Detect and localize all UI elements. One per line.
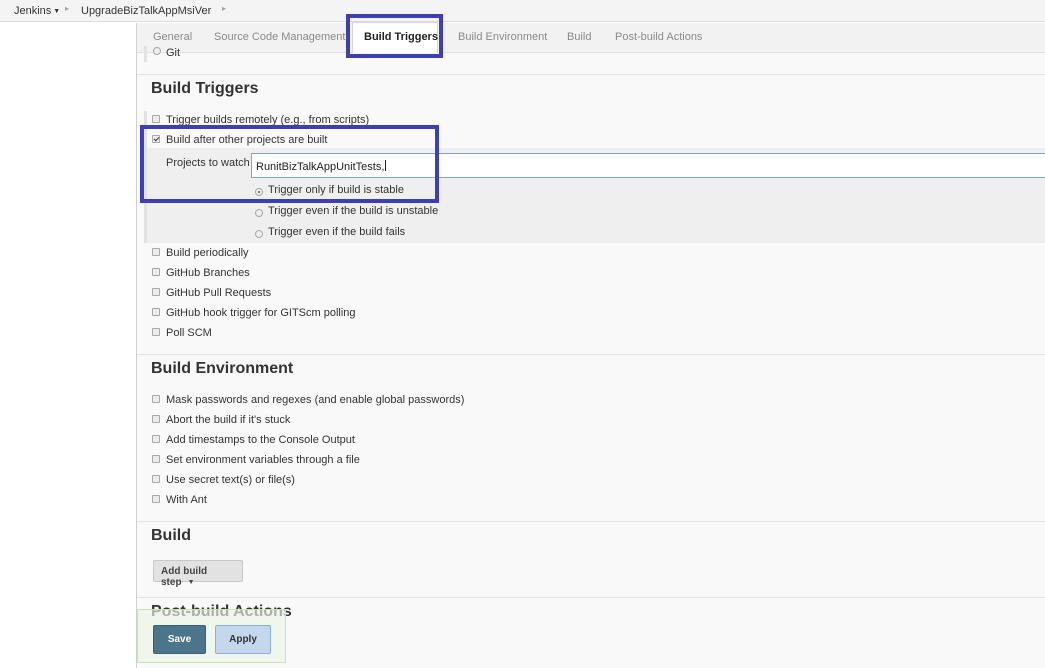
section-title-build-environment: Build Environment <box>151 360 294 377</box>
add-build-step-button[interactable]: Add build step ▼ <box>153 560 243 588</box>
breadcrumb-jenkins-label: Jenkins <box>14 5 52 17</box>
radio-trigger-unstable[interactable] <box>255 209 263 217</box>
trigger-highlight-box <box>140 125 439 203</box>
section-title-build-triggers: Build Triggers <box>151 80 259 97</box>
tab-build[interactable]: Build <box>567 31 591 43</box>
poll-scm-label: Poll SCM <box>166 327 212 339</box>
abort-stuck-label: Abort the build if it's stuck <box>166 414 291 426</box>
secret-text-checkbox[interactable] <box>152 475 160 483</box>
section-divider <box>137 354 1045 355</box>
tab-source-code-management[interactable]: Source Code Management <box>214 31 345 43</box>
side-panel <box>0 23 136 668</box>
section-title-build: Build <box>151 527 191 544</box>
scm-left-bar <box>144 46 147 62</box>
save-button[interactable]: Save <box>153 625 206 654</box>
breadcrumb-jenkins[interactable]: Jenkins ▼ <box>14 5 60 17</box>
github-pull-requests-checkbox[interactable] <box>152 288 160 296</box>
breadcrumb: Jenkins ▼ ▸ UpgradeBizTalkAppMsiVer ▸ <box>0 0 1045 22</box>
tab-build-environment[interactable]: Build Environment <box>458 31 547 43</box>
add-timestamps-label: Add timestamps to the Console Output <box>166 434 355 446</box>
radio-trigger-unstable-label: Trigger even if the build is unstable <box>268 205 439 217</box>
github-hook-trigger-checkbox[interactable] <box>152 308 160 316</box>
scm-git-label: Git <box>166 47 181 59</box>
section-divider <box>137 597 1045 598</box>
build-periodically-checkbox[interactable] <box>152 248 160 256</box>
tab-post-build-actions[interactable]: Post-build Actions <box>615 31 702 43</box>
tab-highlight-box <box>346 14 443 58</box>
with-ant-label: With Ant <box>166 494 207 506</box>
trigger-remote-checkbox[interactable] <box>152 115 160 123</box>
section-divider <box>137 74 1045 75</box>
github-hook-trigger-label: GitHub hook trigger for GITScm polling <box>166 307 356 319</box>
github-pull-requests-label: GitHub Pull Requests <box>166 287 272 299</box>
breadcrumb-job[interactable]: UpgradeBizTalkAppMsiVer <box>81 5 211 17</box>
env-vars-file-checkbox[interactable] <box>152 455 160 463</box>
mask-passwords-checkbox[interactable] <box>152 395 160 403</box>
tab-general[interactable]: General <box>153 31 192 43</box>
radio-trigger-fails[interactable] <box>255 230 263 238</box>
abort-stuck-checkbox[interactable] <box>152 415 160 423</box>
mask-passwords-label: Mask passwords and regexes (and enable g… <box>166 394 465 406</box>
secret-text-label: Use secret text(s) or file(s) <box>166 474 295 486</box>
build-periodically-label: Build periodically <box>166 247 249 259</box>
with-ant-checkbox[interactable] <box>152 495 160 503</box>
poll-scm-checkbox[interactable] <box>152 328 160 336</box>
env-vars-file-label: Set environment variables through a file <box>166 454 360 466</box>
section-divider <box>137 521 1045 522</box>
add-timestamps-checkbox[interactable] <box>152 435 160 443</box>
chevron-right-icon: ▸ <box>222 4 227 13</box>
github-branches-checkbox[interactable] <box>152 268 160 276</box>
caret-down-icon: ▼ <box>187 579 195 586</box>
radio-trigger-fails-label: Trigger even if the build fails <box>268 226 406 238</box>
apply-button[interactable]: Apply <box>215 625 271 654</box>
scm-git-radio[interactable] <box>153 47 161 55</box>
github-branches-label: GitHub Branches <box>166 267 250 279</box>
chevron-right-icon: ▸ <box>65 4 70 13</box>
caret-down-icon[interactable]: ▼ <box>53 8 60 15</box>
